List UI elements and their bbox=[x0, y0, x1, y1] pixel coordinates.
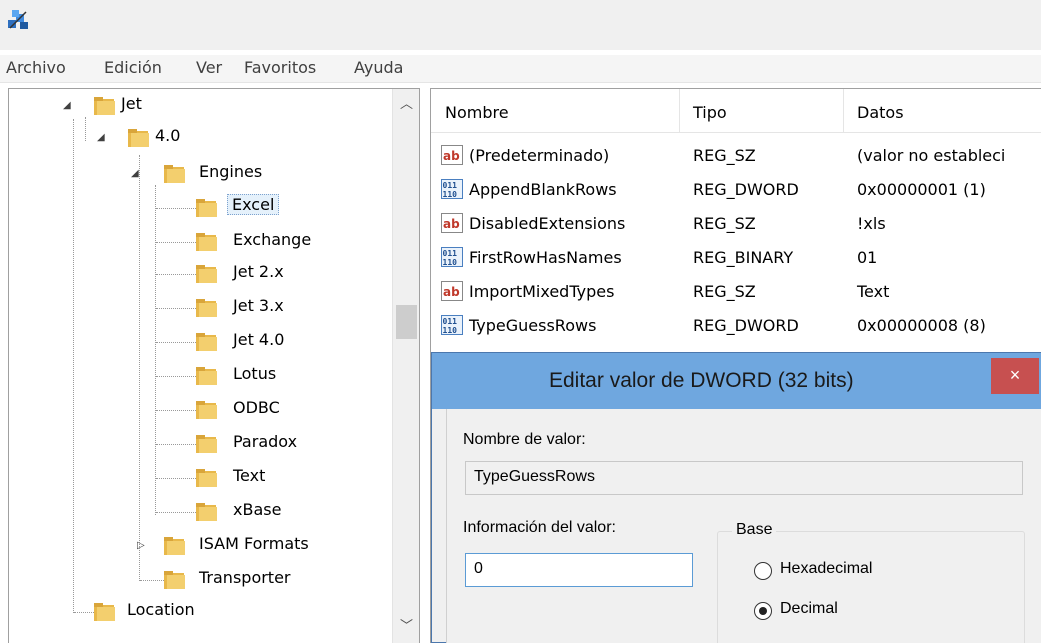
collapse-icon[interactable]: ◢ bbox=[131, 168, 139, 179]
svg-text:110: 110 bbox=[443, 326, 458, 335]
string-value-icon: ab bbox=[441, 145, 463, 165]
list-row[interactable]: ab ImportMixedTypes REG_SZ Text bbox=[431, 275, 1041, 309]
tree-item-odbc[interactable]: ODBC bbox=[9, 395, 389, 425]
menu-bar: Archivo Edición Ver Favoritos Ayuda bbox=[0, 55, 1041, 83]
tree-item-jet-2x[interactable]: Jet 2.x bbox=[9, 259, 389, 289]
tree-item-lotus[interactable]: Lotus bbox=[9, 361, 389, 391]
svg-text:011: 011 bbox=[443, 317, 458, 326]
tree-item-xbase[interactable]: xBase bbox=[9, 497, 389, 527]
string-value-icon: ab bbox=[441, 213, 463, 233]
menu-favoritos[interactable]: Favoritos bbox=[244, 58, 316, 77]
scroll-thumb[interactable] bbox=[396, 305, 417, 339]
svg-text:110: 110 bbox=[443, 258, 458, 267]
column-header-tipo[interactable]: Tipo bbox=[693, 103, 727, 122]
folder-icon bbox=[94, 97, 115, 115]
value-name-field[interactable]: TypeGuessRows bbox=[465, 461, 1023, 495]
svg-text:ab: ab bbox=[443, 149, 460, 163]
folder-icon bbox=[196, 469, 217, 487]
list-header: Nombre Tipo Datos bbox=[431, 89, 1041, 133]
folder-icon bbox=[196, 299, 217, 317]
column-header-nombre[interactable]: Nombre bbox=[445, 103, 509, 122]
list-row[interactable]: ab DisabledExtensions REG_SZ !xls bbox=[431, 207, 1041, 241]
svg-text:110: 110 bbox=[443, 190, 458, 199]
tree-item-excel[interactable]: Excel bbox=[9, 193, 389, 223]
folder-icon bbox=[196, 199, 217, 217]
binary-value-icon: 011110 bbox=[441, 179, 463, 199]
folder-icon bbox=[164, 571, 185, 589]
tree-item-text[interactable]: Text bbox=[9, 463, 389, 493]
expand-icon[interactable]: ▷ bbox=[137, 540, 145, 551]
tree-item-jet[interactable]: ◢ Jet bbox=[9, 91, 389, 121]
folder-icon bbox=[196, 503, 217, 521]
registry-tree[interactable]: ◢ Jet ◢ 4.0 ◢ Engines Excel Exchange Jet… bbox=[8, 88, 420, 643]
tree-item-4-0[interactable]: ◢ 4.0 bbox=[9, 123, 389, 153]
menu-archivo[interactable]: Archivo bbox=[6, 58, 66, 77]
base-groupbox: Base Hexadecimal Decimal bbox=[717, 521, 1025, 643]
menu-ayuda[interactable]: Ayuda bbox=[354, 58, 403, 77]
folder-icon bbox=[128, 129, 149, 147]
list-row[interactable]: ab (Predeterminado) REG_SZ (valor no est… bbox=[431, 139, 1041, 173]
list-row[interactable]: 011 110 AppendBlankRows REG_DWORD 0x00000… bbox=[431, 173, 1041, 207]
value-name-label: Nombre de valor: bbox=[463, 431, 586, 448]
folder-icon bbox=[164, 537, 185, 555]
folder-icon bbox=[196, 367, 217, 385]
menu-edicion[interactable]: Edición bbox=[104, 58, 162, 77]
hexadecimal-label[interactable]: Hexadecimal bbox=[780, 560, 872, 578]
value-data-label: Información del valor: bbox=[463, 519, 616, 536]
folder-icon bbox=[196, 435, 217, 453]
dialog-title: Editar valor de DWORD (32 bits) bbox=[549, 369, 854, 392]
scroll-down-icon[interactable]: ﹀ bbox=[393, 615, 419, 634]
binary-value-icon: 011110 bbox=[441, 247, 463, 267]
tree-item-exchange[interactable]: Exchange bbox=[9, 227, 389, 257]
list-row[interactable]: 011 110 TypeGuessRows REG_DWORD 0x0000000… bbox=[431, 309, 1041, 343]
scroll-up-icon[interactable]: ︿ bbox=[393, 93, 419, 112]
collapse-icon[interactable]: ◢ bbox=[63, 100, 71, 111]
tree-item-isam-formats[interactable]: ▷ ISAM Formats bbox=[9, 531, 389, 561]
regedit-app-icon[interactable] bbox=[6, 6, 32, 32]
folder-icon bbox=[196, 401, 217, 419]
list-row[interactable]: 011 110 FirstRowHasNames REG_BINARY 01 bbox=[431, 241, 1041, 275]
svg-text:ab: ab bbox=[443, 217, 460, 231]
string-value-icon: ab bbox=[441, 281, 463, 301]
svg-text:011: 011 bbox=[443, 181, 458, 190]
column-header-datos[interactable]: Datos bbox=[857, 103, 904, 122]
svg-text:011: 011 bbox=[443, 249, 458, 258]
svg-text:ab: ab bbox=[443, 285, 460, 299]
decimal-label[interactable]: Decimal bbox=[780, 600, 838, 618]
edit-dword-dialog: Editar valor de DWORD (32 bits) × Nombre… bbox=[431, 352, 1041, 643]
tree-item-engines[interactable]: ◢ Engines bbox=[9, 159, 389, 189]
folder-icon bbox=[94, 603, 115, 621]
tree-item-jet-4-0[interactable]: Jet 4.0 bbox=[9, 327, 389, 357]
value-data-input[interactable]: 0 bbox=[465, 553, 693, 587]
folder-icon bbox=[164, 165, 185, 183]
tree-item-location[interactable]: Location bbox=[9, 597, 389, 627]
menu-ver[interactable]: Ver bbox=[196, 58, 222, 77]
tree-item-transporter[interactable]: Transporter bbox=[9, 565, 389, 595]
base-label: Base bbox=[732, 521, 777, 539]
tree-item-jet-3x[interactable]: Jet 3.x bbox=[9, 293, 389, 323]
decimal-radio[interactable] bbox=[754, 602, 772, 620]
binary-value-icon: 011110 bbox=[441, 315, 463, 335]
collapse-icon[interactable]: ◢ bbox=[97, 132, 105, 143]
tree-item-paradox[interactable]: Paradox bbox=[9, 429, 389, 459]
folder-icon bbox=[196, 265, 217, 283]
hexadecimal-radio[interactable] bbox=[754, 562, 772, 580]
close-button[interactable]: × bbox=[991, 358, 1039, 394]
tree-scrollbar[interactable]: ︿ ﹀ bbox=[392, 89, 419, 643]
dialog-titlebar[interactable]: Editar valor de DWORD (32 bits) × bbox=[432, 353, 1041, 409]
folder-icon bbox=[196, 233, 217, 251]
folder-icon bbox=[196, 333, 217, 351]
dialog-body: Nombre de valor: TypeGuessRows Informaci… bbox=[446, 409, 1041, 643]
window-titlebar bbox=[0, 0, 1041, 50]
